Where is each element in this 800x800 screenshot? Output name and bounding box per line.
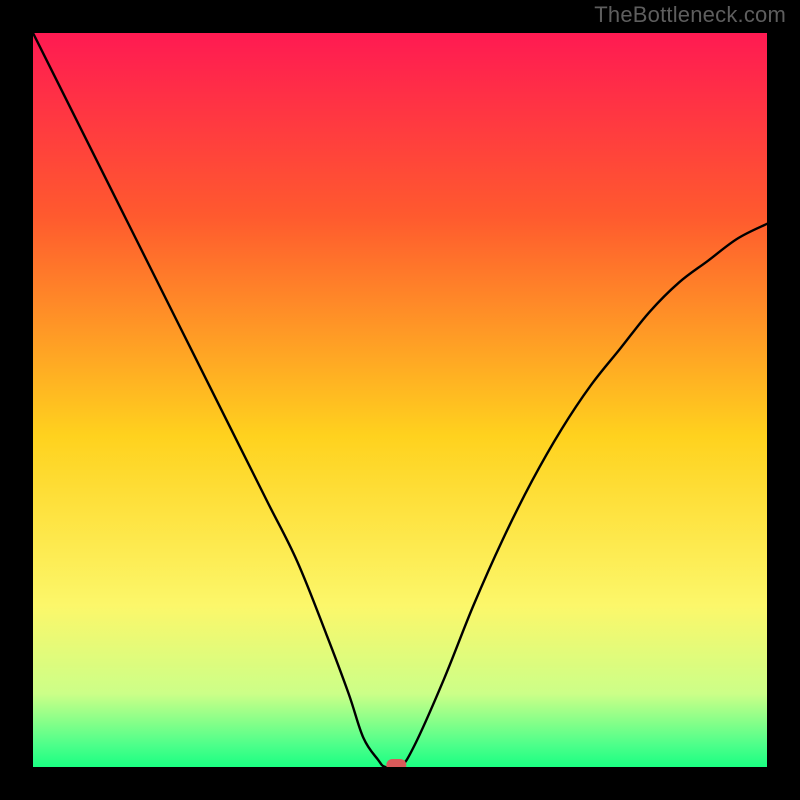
plot-area — [33, 33, 767, 767]
watermark-text: TheBottleneck.com — [594, 2, 786, 28]
chart-container: TheBottleneck.com — [0, 0, 800, 800]
chart-svg — [33, 33, 767, 767]
gradient-background — [33, 33, 767, 767]
target-marker — [386, 759, 406, 767]
